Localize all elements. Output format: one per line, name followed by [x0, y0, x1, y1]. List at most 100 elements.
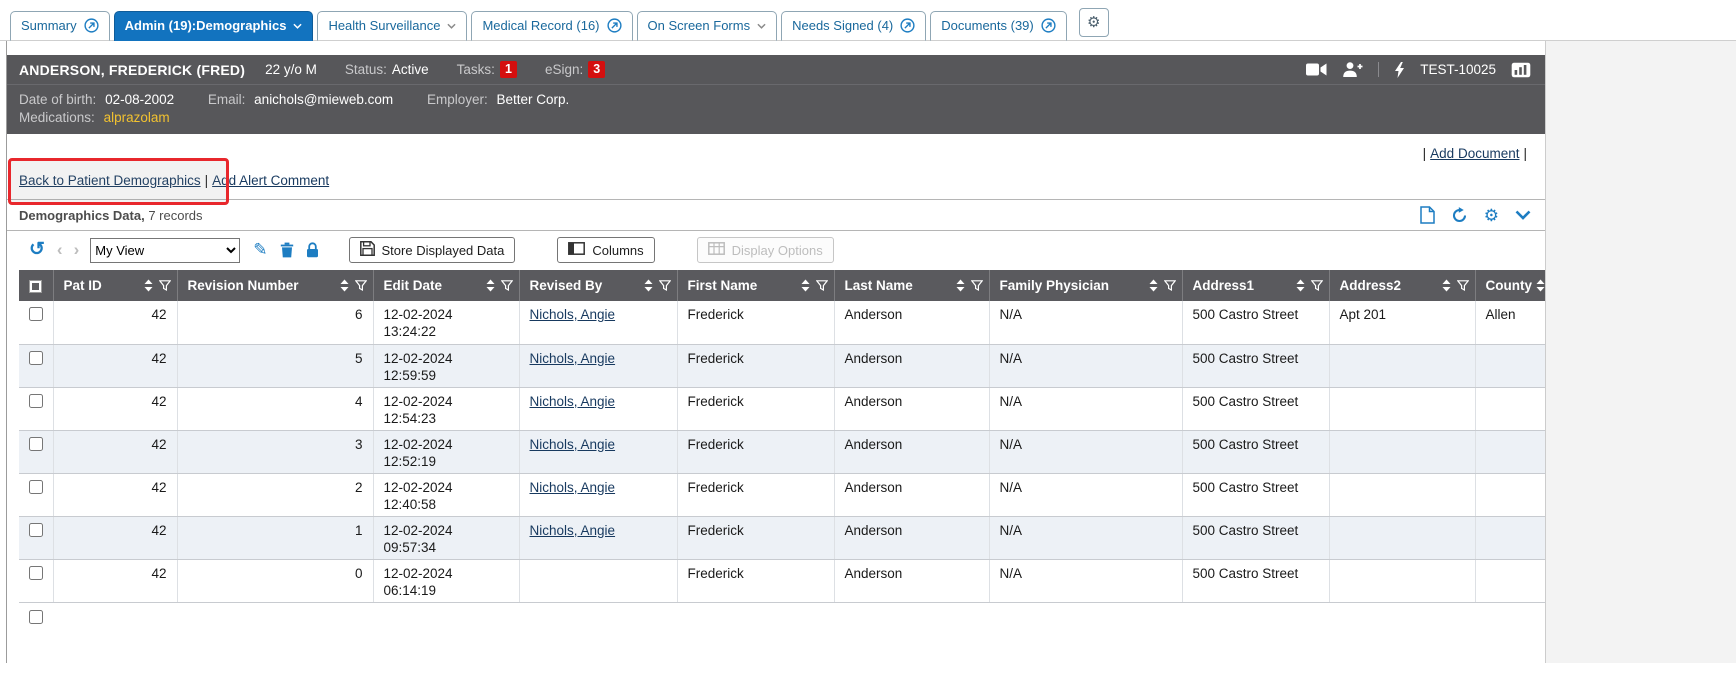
row-checkbox[interactable] — [29, 351, 43, 365]
cell-family-physician: N/A — [989, 516, 1182, 559]
add-document-link[interactable]: Add Document — [1430, 146, 1519, 161]
esign-count-badge[interactable]: 3 — [588, 61, 605, 78]
view-select[interactable]: My View — [90, 238, 240, 263]
sort-icon[interactable] — [1149, 279, 1158, 292]
tab-label: Needs Signed (4) — [792, 18, 893, 33]
refresh-icon[interactable] — [1451, 207, 1468, 224]
column-header-first-name[interactable]: First Name — [677, 270, 834, 301]
modules-settings-button[interactable]: ⚙ — [1079, 8, 1109, 37]
store-displayed-data-button[interactable]: Store Displayed Data — [349, 237, 516, 263]
tab-bar: Summary Admin (19):Demographics Health S… — [0, 0, 1736, 41]
row-checkbox[interactable] — [29, 566, 43, 580]
filter-icon[interactable] — [816, 280, 828, 292]
medications-value[interactable]: alprazolam — [104, 110, 170, 125]
filter-icon[interactable] — [159, 280, 171, 292]
collapse-chevron-icon[interactable] — [1515, 210, 1531, 220]
column-header-address2[interactable]: Address2 — [1329, 270, 1475, 301]
cell-first-name: Frederick — [677, 301, 834, 344]
row-checkbox[interactable] — [29, 307, 43, 321]
sort-icon[interactable] — [486, 279, 495, 292]
chevron-down-icon — [757, 23, 766, 29]
separator: | — [205, 173, 209, 188]
column-header-edit-date[interactable]: Edit Date — [373, 270, 519, 301]
row-checkbox[interactable] — [29, 523, 43, 537]
sort-icon[interactable] — [1536, 279, 1545, 292]
column-header-revised-by[interactable]: Revised By — [519, 270, 677, 301]
filter-icon[interactable] — [1164, 280, 1176, 292]
back-to-patient-demographics-link[interactable]: Back to Patient Demographics — [19, 173, 201, 188]
tab-documents[interactable]: Documents (39) — [930, 11, 1066, 41]
filter-icon[interactable] — [355, 280, 367, 292]
filter-icon[interactable] — [1457, 280, 1469, 292]
sort-icon[interactable] — [1442, 279, 1451, 292]
edit-pencil-icon[interactable]: ✎ — [253, 240, 267, 260]
sort-icon[interactable] — [1296, 279, 1305, 292]
row-checkbox[interactable] — [29, 437, 43, 451]
new-document-icon[interactable] — [1420, 206, 1435, 224]
open-new-window-icon[interactable] — [900, 18, 915, 33]
row-checkbox[interactable] — [29, 394, 43, 408]
cell-edit-date: 12-02-202412:59:59 — [373, 344, 519, 387]
column-label: Address1 — [1193, 278, 1255, 293]
revised-by-link[interactable]: Nichols, Angie — [530, 351, 616, 366]
next-view-icon[interactable]: › — [74, 242, 80, 258]
revised-by-link[interactable]: Nichols, Angie — [530, 394, 616, 409]
trash-icon[interactable] — [280, 242, 294, 258]
tab-health-surveillance[interactable]: Health Surveillance — [317, 11, 467, 41]
tab-on-screen-forms[interactable]: On Screen Forms — [637, 11, 778, 41]
cell-revised-by: Nichols, Angie — [519, 301, 677, 344]
open-new-window-icon[interactable] — [607, 18, 622, 33]
column-header-family-physician[interactable]: Family Physician — [989, 270, 1182, 301]
select-all-checkbox[interactable] — [29, 280, 42, 293]
video-camera-icon[interactable] — [1306, 63, 1327, 76]
filter-icon[interactable] — [971, 280, 983, 292]
row-select-cell — [19, 344, 53, 387]
column-header-pat-id[interactable]: Pat ID — [53, 270, 177, 301]
tab-admin-demographics[interactable]: Admin (19):Demographics — [114, 11, 314, 41]
page-background — [1546, 41, 1736, 663]
cell-family-physician: N/A — [989, 301, 1182, 344]
gear-icon[interactable]: ⚙ — [1484, 207, 1499, 224]
tab-needs-signed[interactable]: Needs Signed (4) — [781, 11, 926, 41]
revised-by-link[interactable]: Nichols, Angie — [530, 523, 616, 538]
undo-icon[interactable]: ↺ — [29, 241, 45, 259]
cell-address1: 500 Castro Street — [1182, 301, 1329, 344]
row-checkbox[interactable] — [29, 610, 43, 624]
sort-icon[interactable] — [644, 279, 653, 292]
sort-icon[interactable] — [956, 279, 965, 292]
row-checkbox[interactable] — [29, 480, 43, 494]
employer-value: Better Corp. — [497, 92, 570, 107]
filter-icon[interactable] — [501, 280, 513, 292]
column-header-last-name[interactable]: Last Name — [834, 270, 989, 301]
filter-icon[interactable] — [659, 280, 671, 292]
tasks-count-badge[interactable]: 1 — [500, 61, 517, 78]
status-value: Active — [392, 62, 429, 77]
lightning-bolt-icon[interactable] — [1394, 62, 1405, 78]
revised-by-link[interactable]: Nichols, Angie — [530, 437, 616, 452]
table-row: 42612-02-202413:24:22Nichols, AngieFrede… — [19, 301, 1546, 344]
bar-chart-icon[interactable] — [1511, 62, 1531, 78]
sort-icon[interactable] — [340, 279, 349, 292]
previous-view-icon[interactable]: ‹ — [57, 242, 63, 258]
column-header-address1[interactable]: Address1 — [1182, 270, 1329, 301]
cell-family-physician: N/A — [989, 473, 1182, 516]
column-label: County — [1486, 278, 1533, 293]
lock-icon[interactable] — [306, 242, 319, 258]
open-new-window-icon[interactable] — [84, 18, 99, 33]
column-header-county[interactable]: County — [1475, 270, 1546, 301]
add-person-icon[interactable] — [1342, 62, 1363, 77]
filter-icon[interactable] — [1311, 280, 1323, 292]
sort-icon[interactable] — [144, 279, 153, 292]
select-all-column-header[interactable] — [19, 270, 53, 301]
cell-edit-date: 12-02-202412:52:19 — [373, 430, 519, 473]
patient-age-sex: 22 y/o M — [265, 62, 317, 77]
revised-by-link[interactable]: Nichols, Angie — [530, 480, 616, 495]
column-header-revision-number[interactable]: Revision Number — [177, 270, 373, 301]
add-alert-comment-link[interactable]: Add Alert Comment — [212, 173, 329, 188]
sort-icon[interactable] — [801, 279, 810, 292]
revised-by-link[interactable]: Nichols, Angie — [530, 307, 616, 322]
tab-summary[interactable]: Summary — [10, 11, 110, 41]
tab-medical-record[interactable]: Medical Record (16) — [471, 11, 632, 41]
open-new-window-icon[interactable] — [1041, 18, 1056, 33]
columns-button[interactable]: Columns — [557, 237, 654, 263]
